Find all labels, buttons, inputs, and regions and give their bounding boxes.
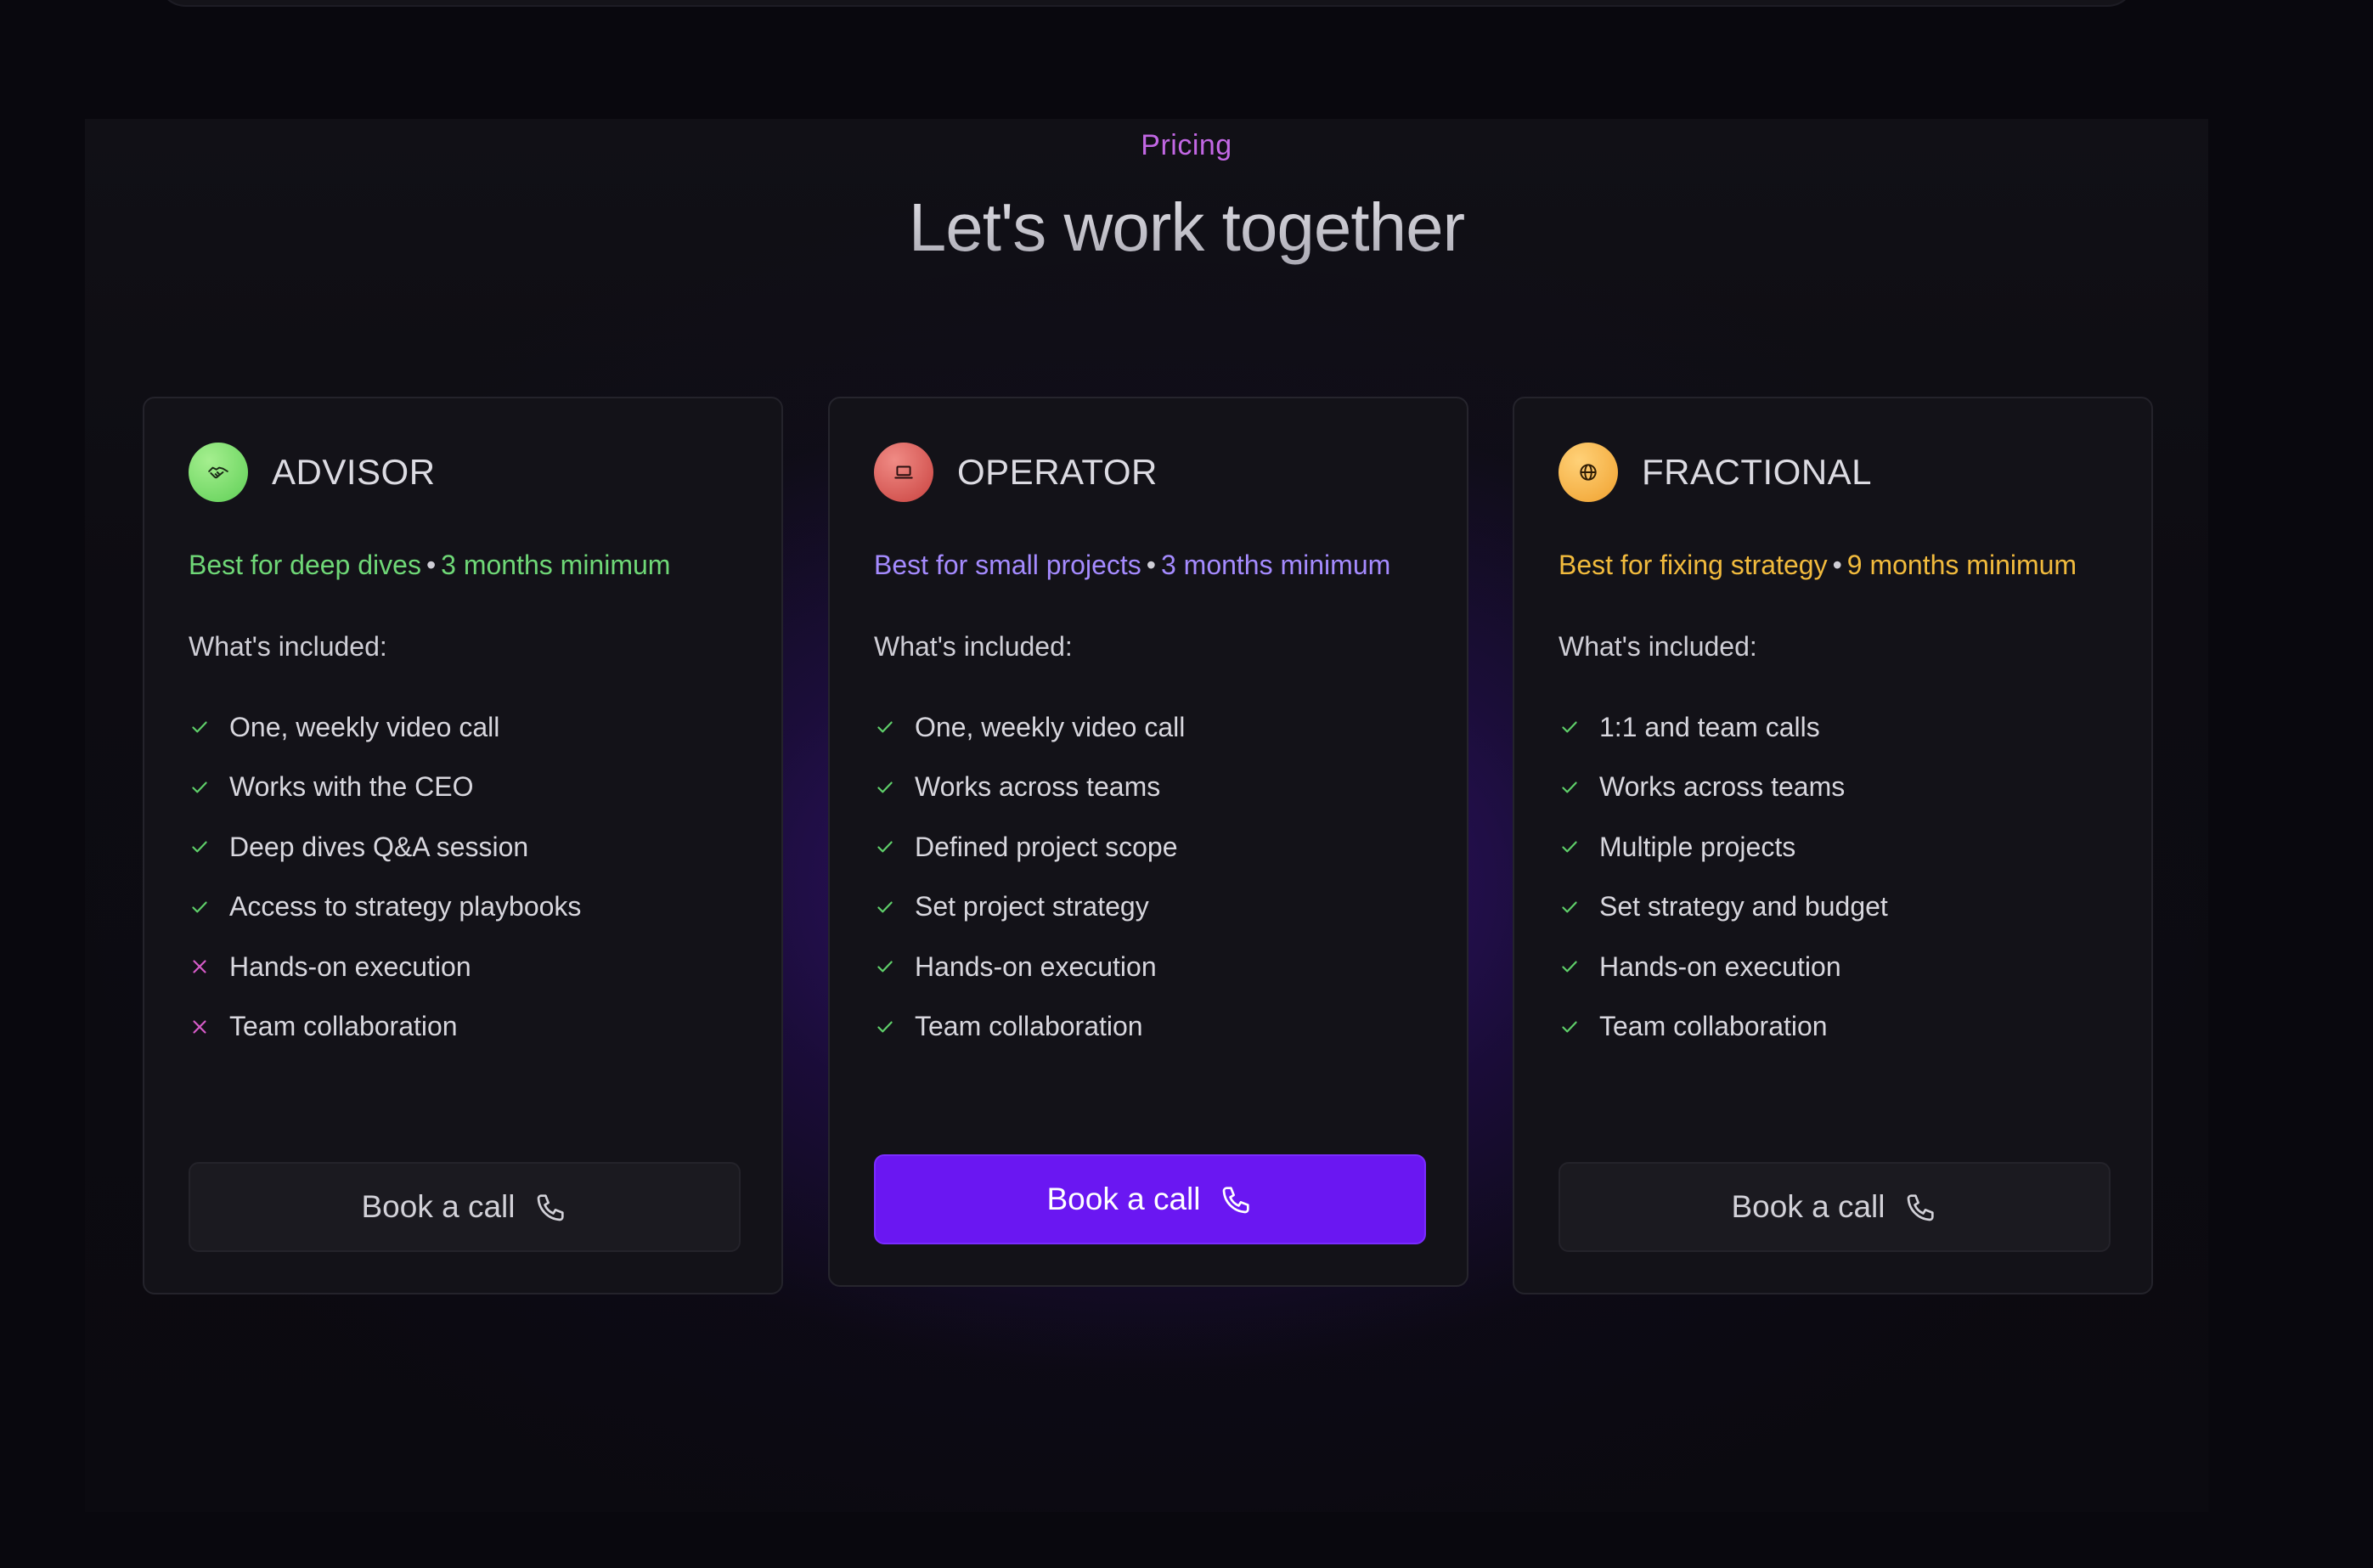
feature-item: Team collaboration (189, 997, 581, 1058)
feature-label: Hands-on execution (1599, 950, 1841, 982)
check-icon (874, 776, 896, 798)
plan-header: OPERATOR (874, 443, 1158, 502)
plan-minimum: 3 months minimum (1160, 550, 1391, 580)
feature-label: Access to strategy playbooks (229, 891, 582, 922)
feature-item: Deep dives Q&A session (189, 817, 581, 877)
plan-card-operator: OPERATOR Best for small projects • 3 month… (828, 397, 1468, 1287)
feature-item: Team collaboration (874, 997, 1185, 1058)
feature-label: Deep dives Q&A session (229, 831, 529, 862)
globe-icon (1559, 443, 1618, 502)
included-label: What's included: (874, 631, 1073, 662)
handshake-icon (189, 443, 248, 502)
feature-item: Access to strategy playbooks (189, 877, 581, 938)
book-call-button[interactable]: Book a call (189, 1162, 741, 1252)
section-eyebrow: Pricing (1141, 129, 1232, 161)
feature-item: Works across teams (874, 758, 1185, 818)
feature-item: 1:1 and team calls (1559, 697, 1888, 758)
feature-label: Multiple projects (1599, 831, 1796, 862)
plan-tagline: Best for small projects • 3 months minimum (874, 550, 1390, 581)
feature-item: Set strategy and budget (1559, 877, 1888, 938)
included-label: What's included: (1559, 631, 1757, 662)
cross-icon (189, 1016, 211, 1038)
laptop-icon (874, 443, 933, 502)
book-call-button[interactable]: Book a call (874, 1154, 1426, 1244)
feature-item: Defined project scope (874, 817, 1185, 877)
previous-section-edge (157, 0, 2136, 7)
check-icon (874, 896, 896, 918)
book-call-label: Book a call (1731, 1189, 1885, 1224)
feature-label: Set project strategy (915, 891, 1149, 922)
feature-item: Works with the CEO (189, 758, 581, 818)
feature-item: Multiple projects (1559, 817, 1888, 877)
feature-label: Hands-on execution (229, 950, 471, 982)
separator-dot: • (426, 550, 437, 580)
plan-tagline: Best for fixing strategy • 9 months minimu… (1559, 550, 2077, 581)
feature-label: Works with the CEO (229, 771, 474, 803)
plan-header: ADVISOR (189, 443, 436, 502)
feature-label: Set strategy and budget (1599, 891, 1888, 922)
check-icon (189, 776, 211, 798)
book-call-label: Book a call (1046, 1182, 1201, 1216)
cross-icon (189, 956, 211, 978)
feature-label: Team collaboration (915, 1011, 1143, 1042)
check-icon (189, 836, 211, 858)
plan-best-for: Best for deep dives (189, 550, 421, 580)
separator-dot: • (1146, 550, 1156, 580)
feature-item: Works across teams (1559, 758, 1888, 818)
book-call-label: Book a call (361, 1189, 516, 1224)
check-icon (189, 896, 211, 918)
pricing-page: Pricing Let's work together ADVISOR Best… (0, 0, 2373, 1568)
separator-dot: • (1832, 550, 1842, 580)
feature-label: Team collaboration (1599, 1011, 1828, 1042)
feature-item: Hands-on execution (189, 937, 581, 997)
feature-list: One, weekly video call Works with the CE… (189, 697, 581, 1057)
feature-label: Works across teams (1599, 771, 1846, 803)
check-icon (1559, 956, 1581, 978)
check-icon (874, 716, 896, 738)
feature-item: One, weekly video call (874, 697, 1185, 758)
phone-icon (534, 1190, 568, 1224)
plan-tagline: Best for deep dives • 3 months minimum (189, 550, 670, 581)
included-label: What's included: (189, 631, 387, 662)
check-icon (874, 956, 896, 978)
feature-label: Hands-on execution (915, 950, 1157, 982)
plan-best-for: Best for small projects (874, 550, 1141, 580)
feature-list: One, weekly video call Works across team… (874, 697, 1185, 1057)
feature-item: Hands-on execution (874, 937, 1185, 997)
plan-best-for: Best for fixing strategy (1559, 550, 1828, 580)
feature-label: One, weekly video call (915, 711, 1186, 742)
check-icon (1559, 776, 1581, 798)
check-icon (1559, 716, 1581, 738)
phone-icon (1220, 1182, 1254, 1216)
section-title: Let's work together (0, 189, 2373, 267)
phone-icon (1904, 1190, 1938, 1224)
check-icon (874, 1016, 896, 1038)
plan-header: FRACTIONAL (1559, 443, 1872, 502)
plan-minimum: 9 months minimum (1846, 550, 2077, 580)
feature-label: 1:1 and team calls (1599, 711, 1820, 742)
feature-label: Team collaboration (229, 1011, 458, 1042)
plan-name: FRACTIONAL (1642, 452, 1873, 492)
feature-label: Defined project scope (915, 831, 1178, 862)
check-icon (1559, 836, 1581, 858)
plan-name: ADVISOR (272, 452, 436, 492)
book-call-button[interactable]: Book a call (1559, 1162, 2111, 1252)
feature-item: Set project strategy (874, 877, 1185, 938)
plan-minimum: 3 months minimum (441, 550, 671, 580)
feature-item: One, weekly video call (189, 697, 581, 758)
feature-item: Hands-on execution (1559, 937, 1888, 997)
feature-item: Team collaboration (1559, 997, 1888, 1058)
check-icon (874, 836, 896, 858)
plan-card-fractional: FRACTIONAL Best for fixing strategy • 9 mo… (1513, 397, 2153, 1294)
feature-list: 1:1 and team calls Works across teams Mu… (1559, 697, 1888, 1057)
plan-card-advisor: ADVISOR Best for deep dives • 3 months min… (143, 397, 783, 1294)
check-icon (1559, 896, 1581, 918)
check-icon (189, 716, 211, 738)
plan-name: OPERATOR (957, 452, 1158, 492)
feature-label: One, weekly video call (229, 711, 500, 742)
check-icon (1559, 1016, 1581, 1038)
feature-label: Works across teams (915, 771, 1161, 803)
